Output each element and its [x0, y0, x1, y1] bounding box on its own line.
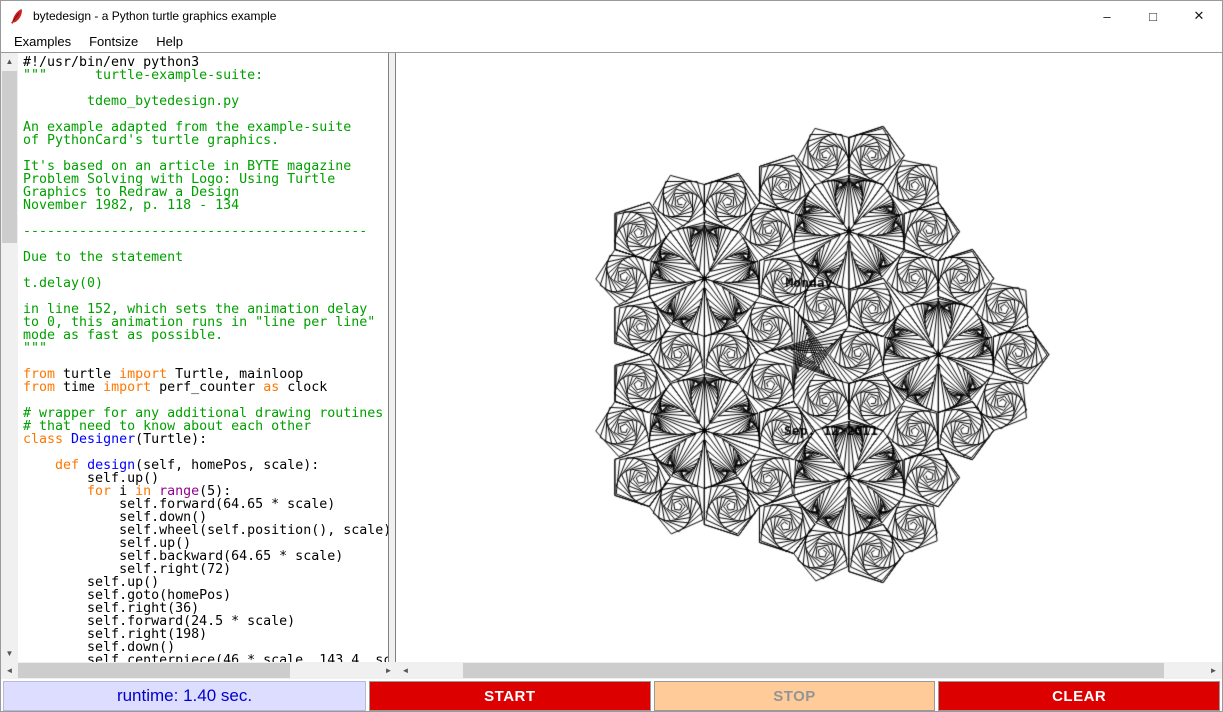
menu-help[interactable]: Help — [147, 33, 192, 50]
code-line: t.delay(0) — [23, 277, 388, 290]
caption-controls: – □ ✕ — [1084, 1, 1222, 31]
hscroll-row: ◄ ► ◄ ► — [1, 662, 1222, 679]
window-title: bytedesign - a Python turtle graphics ex… — [33, 9, 276, 23]
code-line: mode as fast as possible. — [23, 329, 388, 342]
scroll-left-icon[interactable]: ◄ — [1, 662, 18, 679]
close-button[interactable]: ✕ — [1176, 1, 1222, 31]
stop-button[interactable]: STOP — [654, 681, 936, 711]
code-line: """ turtle-example-suite: — [23, 69, 388, 82]
code-line: tdemo_bytedesign.py — [23, 95, 388, 108]
scroll-up-icon[interactable]: ▲ — [1, 53, 18, 70]
horizontal-scroll-thumb[interactable] — [463, 663, 1164, 678]
code-line: of PythonCard's turtle graphics. — [23, 134, 388, 147]
pane-divider — [389, 53, 396, 662]
app-icon — [9, 8, 26, 25]
menu-fontsize[interactable]: Fontsize — [80, 33, 147, 50]
title-bar: bytedesign - a Python turtle graphics ex… — [1, 1, 1222, 31]
vertical-scroll-thumb[interactable] — [2, 71, 17, 243]
code-line: class Designer(Turtle): — [23, 433, 388, 446]
code-line: November 1982, p. 118 - 134 — [23, 199, 388, 212]
maximize-button[interactable]: □ — [1130, 1, 1176, 31]
code-horizontal-scrollbar[interactable]: ◄ ► — [1, 662, 397, 679]
horizontal-scroll-thumb[interactable] — [18, 663, 290, 678]
code-line: self.centerpiece(46 * scale, 143.4, scal… — [23, 654, 388, 662]
code-line: from time import perf_counter as clock — [23, 381, 388, 394]
runtime-label: runtime: 1.40 sec. — [3, 681, 366, 711]
app-window: bytedesign - a Python turtle graphics ex… — [0, 0, 1223, 712]
code-line: ----------------------------------------… — [23, 225, 388, 238]
code-vertical-scrollbar[interactable]: ▲ ▼ — [1, 53, 18, 662]
clear-button[interactable]: CLEAR — [938, 681, 1220, 711]
main-area: ▲ ▼ #!/usr/bin/env python3""" turtle-exa… — [1, 52, 1222, 662]
menu-bar: Examples Fontsize Help — [1, 31, 1222, 52]
turtle-drawing — [396, 53, 1222, 662]
scroll-right-icon[interactable]: ► — [1205, 662, 1222, 679]
code-line: """ — [23, 342, 388, 355]
start-button[interactable]: START — [369, 681, 651, 711]
minimize-button[interactable]: – — [1084, 1, 1130, 31]
scroll-right-icon[interactable]: ► — [380, 662, 397, 679]
canvas-horizontal-scrollbar[interactable]: ◄ ► — [397, 662, 1222, 679]
bottom-bar: runtime: 1.40 sec. START STOP CLEAR — [1, 679, 1222, 712]
menu-examples[interactable]: Examples — [5, 33, 80, 50]
turtle-canvas-pane — [396, 53, 1222, 662]
scroll-left-icon[interactable]: ◄ — [397, 662, 414, 679]
code-line: Due to the statement — [23, 251, 388, 264]
code-text[interactable]: #!/usr/bin/env python3""" turtle-example… — [18, 53, 389, 662]
scroll-down-icon[interactable]: ▼ — [1, 645, 18, 662]
